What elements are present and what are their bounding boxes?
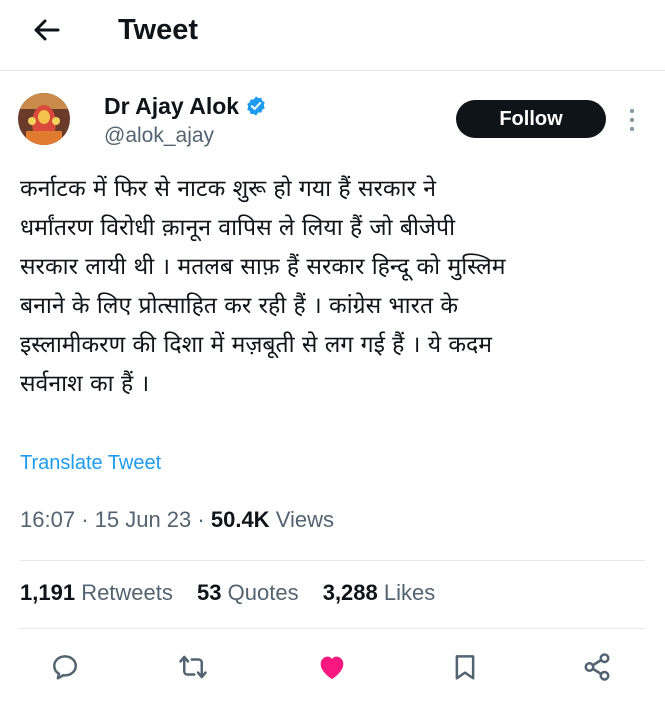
more-vertical-icon — [629, 108, 635, 132]
tweet-text: कर्नाटक में फिर से नाटक शुरू हो गया हैं … — [20, 170, 620, 404]
retweet-button[interactable] — [176, 650, 210, 684]
back-button[interactable] — [28, 12, 64, 48]
divider — [0, 70, 665, 71]
divider — [20, 628, 645, 629]
likes-label: Likes — [383, 580, 436, 605]
divider — [20, 560, 645, 561]
retweets-count: 1,191 — [20, 580, 76, 605]
tweet-meta: 16:07 · 15 Jun 23 · 50.4K Views — [20, 507, 334, 533]
share-button[interactable] — [580, 650, 614, 684]
quotes-label: Quotes — [227, 580, 299, 605]
retweets-label: Retweets — [81, 580, 173, 605]
tweet-line: सरकार लायी थी । मतलब साफ़ हैं सरकार हिन्… — [20, 254, 506, 280]
reply-button[interactable] — [48, 650, 82, 684]
reply-icon — [53, 655, 77, 680]
quotes-stat[interactable]: 53 Quotes — [197, 580, 299, 606]
verified-badge-icon — [247, 96, 265, 116]
views-label: Views — [275, 507, 334, 532]
follow-button[interactable]: Follow — [456, 100, 606, 138]
more-options-button[interactable] — [624, 104, 640, 136]
translate-tweet-link[interactable]: Translate Tweet — [20, 452, 161, 475]
tweet-line: कर्नाटक में फिर से नाटक शुरू हो गया हैं … — [20, 176, 437, 202]
page-title: Tweet — [118, 14, 199, 46]
tweet-time[interactable]: 16:07 — [20, 507, 75, 532]
author-handle[interactable]: @alok_ajay — [104, 124, 214, 148]
retweet-icon — [179, 655, 207, 679]
heart-icon — [320, 656, 344, 679]
author-name-row: Dr Ajay Alok — [104, 91, 267, 121]
share-icon — [584, 653, 610, 681]
tweet-line: इस्लामीकरण की दिशा में मज़बूती से लग गई … — [20, 332, 493, 358]
likes-count: 3,288 — [322, 580, 378, 605]
views-count: 50.4K — [210, 507, 270, 532]
avatar-image — [18, 93, 70, 145]
engagement-stats: 1,191 Retweets 53 Quotes 3,288 Likes — [20, 580, 453, 606]
author-name[interactable]: Dr Ajay Alok — [104, 93, 239, 120]
tweet-line: बनाने के लिए प्रोत्साहित कर रही हैं । का… — [20, 293, 459, 319]
top-bar: Tweet — [0, 0, 665, 68]
bookmark-button[interactable] — [448, 650, 482, 684]
separator-dot: · — [197, 507, 211, 532]
tweet-line: सर्वनाश का हैं । — [20, 371, 150, 397]
bookmark-icon — [455, 655, 475, 680]
avatar[interactable] — [18, 93, 70, 145]
quotes-count: 53 — [197, 580, 222, 605]
separator-dot: · — [81, 507, 95, 532]
likes-stat[interactable]: 3,288 Likes — [323, 580, 436, 606]
tweet-line: धर्मांतरण विरोधी क़ानून वापिस ले लिया है… — [20, 215, 456, 241]
retweets-stat[interactable]: 1,191 Retweets — [20, 580, 173, 606]
like-button[interactable] — [315, 650, 349, 684]
arrow-left-icon — [34, 19, 60, 41]
tweet-date[interactable]: 15 Jun 23 — [95, 507, 192, 532]
